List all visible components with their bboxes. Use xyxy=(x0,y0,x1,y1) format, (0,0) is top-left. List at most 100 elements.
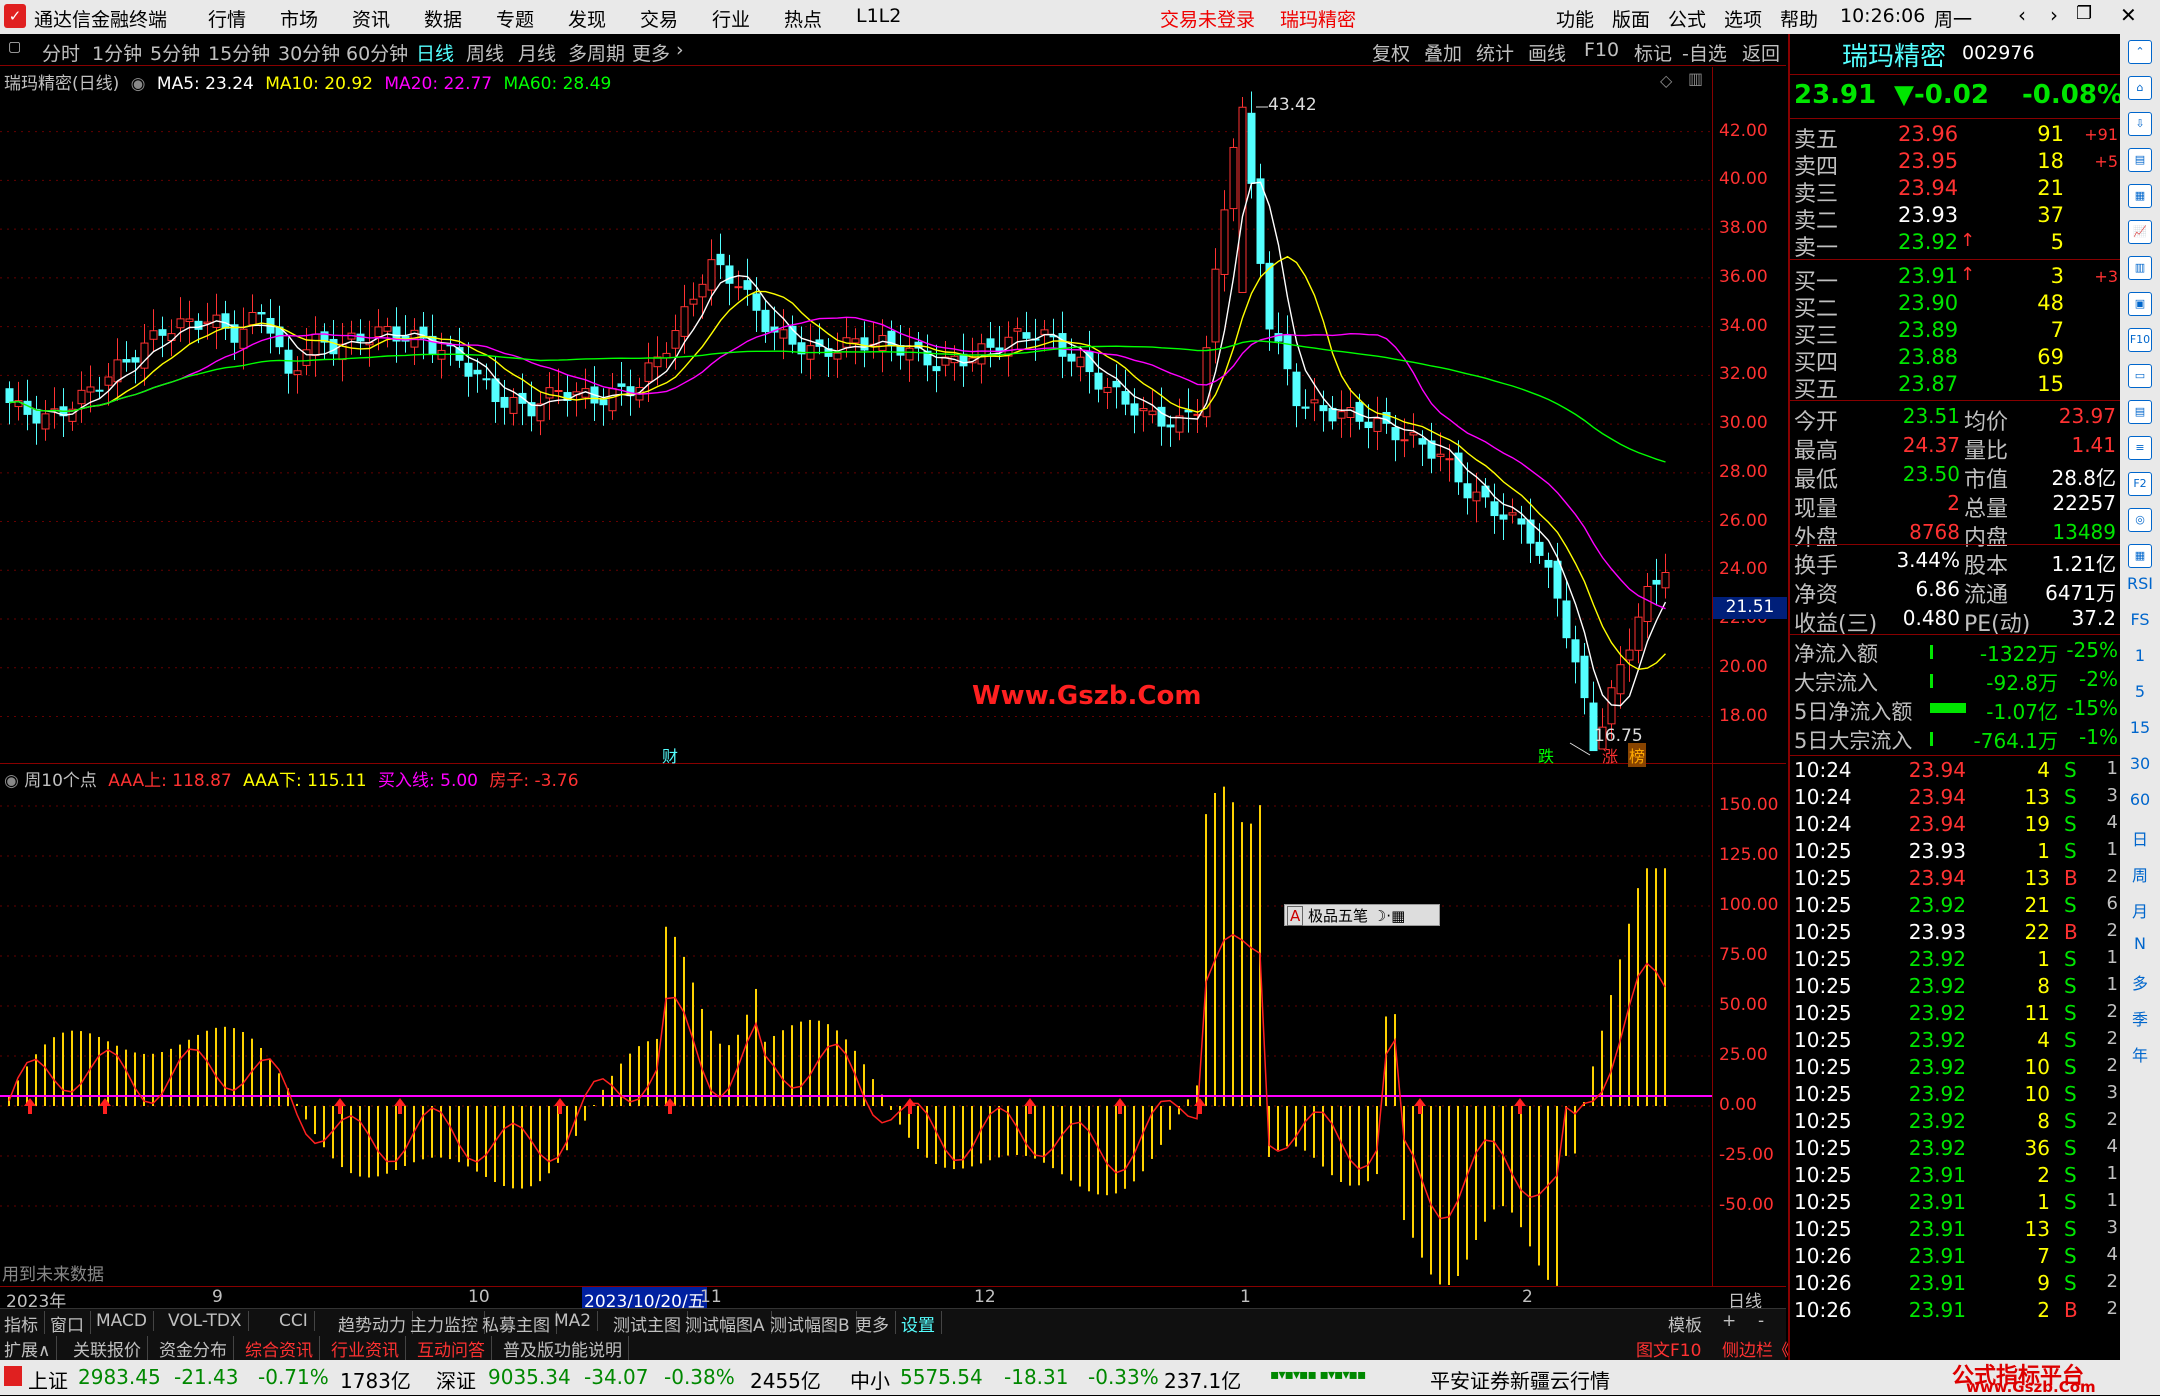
menu-item[interactable]: 市场 xyxy=(280,5,318,32)
indicator-tab[interactable]: 趋势动力 xyxy=(338,1311,413,1336)
market-breadth-icon[interactable]: ▪▾▪▾▪▪ ▪▾▪▾▪▪ xyxy=(1270,1367,1366,1383)
menu-item[interactable]: 交易 xyxy=(640,5,678,32)
tick-row[interactable]: 10:25 23.91 2 S 1 xyxy=(1790,1163,2122,1190)
period-tab[interactable]: 15分钟 xyxy=(208,39,270,66)
extension-tab[interactable]: 图文F10 xyxy=(1636,1336,1701,1361)
tick-row[interactable]: 10:25 23.92 11 S 2 xyxy=(1790,1001,2122,1028)
side-tool-icon[interactable]: ◎ xyxy=(2128,508,2152,532)
tick-row[interactable]: 10:25 23.92 10 S 3 xyxy=(1790,1082,2122,1109)
toolbar-button[interactable]: 画线 xyxy=(1528,39,1566,66)
extension-tab[interactable]: 关联报价 xyxy=(73,1336,148,1361)
period-tab[interactable]: 周线 xyxy=(466,39,504,66)
tick-row[interactable]: 10:26 23.91 2 B 2 xyxy=(1790,1298,2122,1325)
side-period-button[interactable]: 月 xyxy=(2124,898,2156,922)
restore-window-icon[interactable]: ❐ xyxy=(2076,3,2092,24)
side-period-button[interactable]: 年 xyxy=(2124,1042,2156,1066)
side-period-button[interactable]: 日 xyxy=(2124,826,2156,850)
side-tool-icon[interactable]: ▭ xyxy=(2128,364,2152,388)
menu-item[interactable]: L1L2 xyxy=(856,5,901,27)
panel-toggle-icon[interactable]: ▢ xyxy=(8,39,21,55)
tick-row[interactable]: 10:26 23.91 7 S 4 xyxy=(1790,1244,2122,1271)
menu-item[interactable]: 公式 xyxy=(1668,5,1706,32)
pane-layout-icon[interactable]: ▥ xyxy=(1688,69,1703,88)
indicator-tab[interactable]: 指标 xyxy=(4,1311,45,1336)
close-icon[interactable]: ✕ xyxy=(2120,3,2137,27)
side-tool-icon[interactable]: 📈 xyxy=(2128,220,2152,244)
chevron-right-icon[interactable]: › xyxy=(676,39,684,61)
side-tool-icon[interactable]: ▤ xyxy=(2128,400,2152,424)
menu-item[interactable]: 行业 xyxy=(712,5,750,32)
settings-circle-icon[interactable]: ◉ xyxy=(131,74,146,94)
indicator-tab[interactable]: 窗口 xyxy=(50,1311,91,1336)
menu-item[interactable]: 发现 xyxy=(568,5,606,32)
toolbar-button[interactable]: 标记 xyxy=(1634,39,1672,66)
side-tool-icon[interactable]: ▣ xyxy=(2128,292,2152,316)
ime-a-icon[interactable]: A xyxy=(1287,906,1304,926)
back-icon[interactable]: ‹ xyxy=(2018,3,2026,27)
indicator-tab[interactable]: MACD xyxy=(96,1311,154,1331)
side-period-button[interactable]: 多 xyxy=(2124,970,2156,994)
side-tool-icon[interactable]: ⌂ xyxy=(2128,76,2152,100)
menu-item[interactable]: 专题 xyxy=(496,5,534,32)
tick-row[interactable]: 10:25 23.92 36 S 4 xyxy=(1790,1136,2122,1163)
side-tool-icon[interactable]: ▥ xyxy=(2128,256,2152,280)
toolbar-button[interactable]: F10 xyxy=(1584,39,1619,61)
event-mark[interactable]: 涨 xyxy=(1602,743,1618,767)
ime-moon-icon[interactable]: ☽ xyxy=(1373,907,1386,925)
indicator-tab[interactable]: 测试幅图A xyxy=(685,1311,772,1336)
tick-row[interactable]: 10:24 23.94 4 S 1 xyxy=(1790,758,2122,785)
indicator-tab-control[interactable]: + xyxy=(1722,1311,1736,1331)
extension-tab[interactable]: 综合资讯 xyxy=(245,1336,320,1361)
menu-item[interactable]: 行情 xyxy=(208,5,246,32)
kline-svg[interactable] xyxy=(0,67,1712,764)
side-tool-icon[interactable]: ▦ xyxy=(2128,184,2152,208)
extension-tab[interactable]: 普及版功能说明 xyxy=(503,1336,629,1361)
side-period-button[interactable]: 1 xyxy=(2124,646,2156,665)
extension-tab[interactable]: 资金分布 xyxy=(159,1336,234,1361)
tick-row[interactable]: 10:25 23.93 1 S 1 xyxy=(1790,839,2122,866)
side-period-button[interactable]: FS xyxy=(2124,610,2156,629)
indicator-tab[interactable]: 主力监控 xyxy=(410,1311,485,1336)
side-period-button[interactable]: 周 xyxy=(2124,862,2156,886)
side-tool-icon[interactable]: F2 xyxy=(2128,472,2152,496)
tick-row[interactable]: 10:25 23.92 1 S 1 xyxy=(1790,947,2122,974)
period-tab[interactable]: 多周期 xyxy=(568,39,625,66)
period-tab[interactable]: 60分钟 xyxy=(346,39,408,66)
event-mark[interactable]: 榜 xyxy=(1628,743,1647,767)
menu-item[interactable]: 功能 xyxy=(1556,5,1594,32)
side-period-button[interactable]: 30 xyxy=(2124,754,2156,773)
extension-tab[interactable]: 侧边栏《 xyxy=(1722,1336,1790,1361)
period-tab[interactable]: 5分钟 xyxy=(150,39,200,66)
tick-row[interactable]: 10:25 23.92 4 S 2 xyxy=(1790,1028,2122,1055)
side-period-button[interactable]: 5 xyxy=(2124,682,2156,701)
menu-item[interactable]: 版面 xyxy=(1612,5,1650,32)
tick-row[interactable]: 10:24 23.94 13 S 3 xyxy=(1790,785,2122,812)
extension-tab[interactable]: 互动问答 xyxy=(417,1336,492,1361)
ime-toolbar[interactable]: A 极品五笔 ☽·▦ xyxy=(1284,904,1440,926)
indicator-tab-control[interactable]: 模板 xyxy=(1668,1311,1702,1336)
menu-item[interactable]: 热点 xyxy=(784,5,822,32)
index-name[interactable]: 深证 xyxy=(436,1365,476,1394)
tick-row[interactable]: 10:25 23.92 8 S 1 xyxy=(1790,974,2122,1001)
tick-row[interactable]: 10:26 23.91 9 S 2 xyxy=(1790,1271,2122,1298)
side-tool-icon[interactable]: ⇩ xyxy=(2128,112,2152,136)
indicator-tab[interactable]: MA2 xyxy=(554,1311,599,1331)
indicator-tab[interactable]: 更多 xyxy=(855,1311,896,1336)
indicator-tab[interactable]: VOL-TDX xyxy=(168,1311,249,1331)
tick-row[interactable]: 10:25 23.91 1 S 1 xyxy=(1790,1190,2122,1217)
side-period-button[interactable]: N xyxy=(2124,934,2156,953)
tick-row[interactable]: 10:25 23.92 10 S 2 xyxy=(1790,1055,2122,1082)
indicator-tab-control[interactable]: - xyxy=(1758,1311,1764,1331)
indicator-tab[interactable]: CCI xyxy=(279,1311,315,1331)
period-tab-active[interactable]: 日线 xyxy=(416,39,454,66)
period-tab[interactable]: 1分钟 xyxy=(92,39,142,66)
indicator-chart[interactable]: ◉ 周10个点 AAA上: 118.87 AAA下: 115.11 买入线: 5… xyxy=(0,766,1786,1286)
side-tool-icon[interactable]: ▦ xyxy=(2128,544,2152,568)
side-tool-icon[interactable]: ≡ xyxy=(2128,436,2152,460)
tick-row[interactable]: 10:24 23.94 19 S 4 xyxy=(1790,812,2122,839)
toolbar-button[interactable]: -自选 xyxy=(1682,39,1727,66)
toolbar-button[interactable]: 叠加 xyxy=(1424,39,1462,66)
side-tool-icon[interactable]: ⌃ xyxy=(2128,40,2152,64)
event-mark[interactable]: 跌 xyxy=(1538,743,1554,767)
indicator-tab[interactable]: 测试主图 xyxy=(613,1311,688,1336)
